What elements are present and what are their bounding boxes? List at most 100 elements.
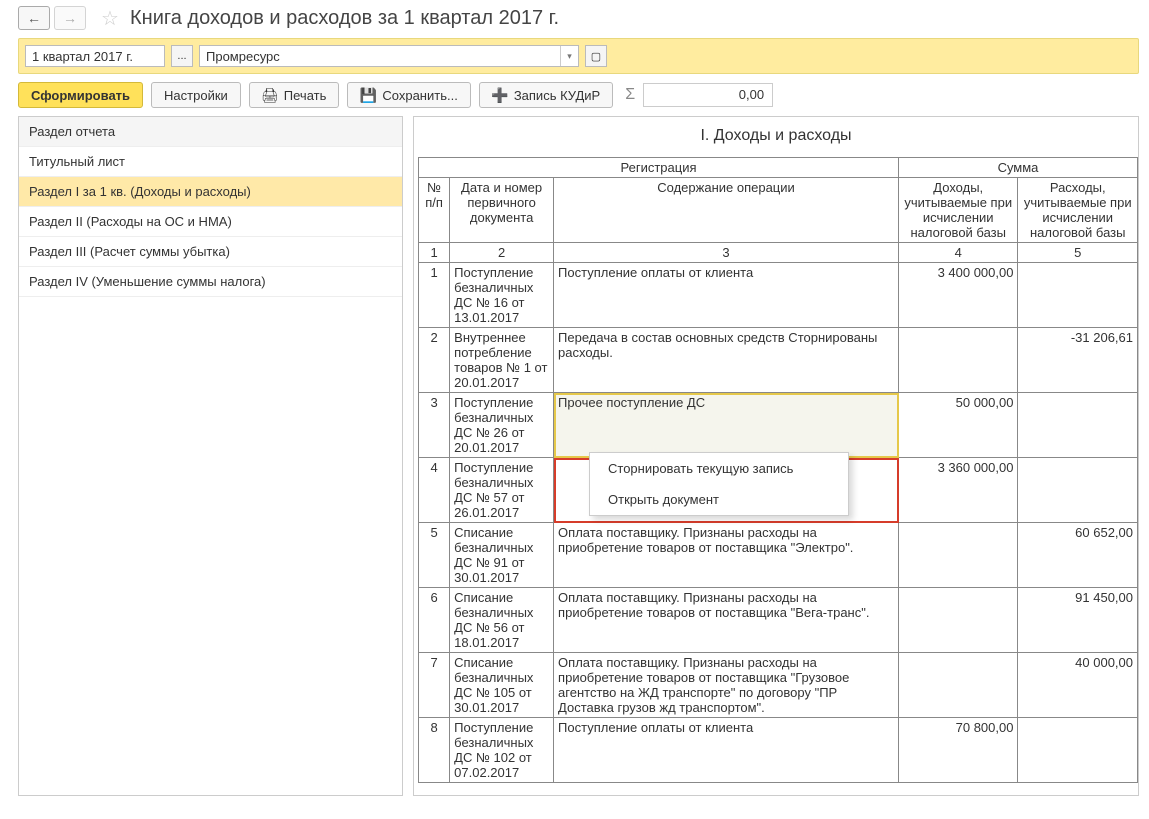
sidebar-header: Раздел отчета <box>19 117 402 147</box>
table-row[interactable]: 1Поступление безналичных ДС № 16 от 13.0… <box>419 263 1138 328</box>
nav-forward-button[interactable]: → <box>54 6 86 30</box>
sidebar-item[interactable]: Раздел IV (Уменьшение суммы налога) <box>19 267 402 297</box>
table-cell[interactable]: Поступление безналичных ДС № 16 от 13.01… <box>450 263 554 328</box>
settings-button[interactable]: Настройки <box>151 82 241 108</box>
period-picker-button[interactable]: ... <box>171 45 193 67</box>
table-row[interactable]: 5Списание безналичных ДС № 91 от 30.01.2… <box>419 523 1138 588</box>
th-doc: Дата и номер первичного документа <box>450 178 554 243</box>
context-menu: Сторнировать текущую записьОткрыть докум… <box>589 452 849 516</box>
table-cell[interactable] <box>899 588 1018 653</box>
table-row[interactable]: 8Поступление безналичных ДС № 102 от 07.… <box>419 718 1138 783</box>
table-cell[interactable] <box>899 328 1018 393</box>
printer-icon: 🖨 <box>262 87 278 103</box>
filter-bar: 1 квартал 2017 г. ... Промресурс ▾ ▢ <box>18 38 1139 74</box>
table-cell[interactable]: 7 <box>419 653 450 718</box>
form-button[interactable]: Сформировать <box>18 82 143 108</box>
th-colnum-4: 4 <box>899 243 1018 263</box>
th-sum: Сумма <box>899 158 1138 178</box>
table-cell[interactable]: Поступление безналичных ДС № 26 от 20.01… <box>450 393 554 458</box>
context-menu-item[interactable]: Открыть документ <box>590 484 848 515</box>
th-exp: Расходы, учитываемые при исчислении нало… <box>1018 178 1138 243</box>
sum-display: 0,00 <box>643 83 773 107</box>
table-cell[interactable] <box>1018 458 1138 523</box>
table-cell[interactable]: Передача в состав основных средств Сторн… <box>554 328 899 393</box>
floppy-icon: 💾 <box>360 87 376 103</box>
table-cell[interactable]: 6 <box>419 588 450 653</box>
th-colnum-2: 2 <box>450 243 554 263</box>
kudir-button-label: Запись КУДиР <box>514 88 600 103</box>
table-cell[interactable] <box>1018 393 1138 458</box>
sidebar-item[interactable]: Раздел II (Расходы на ОС и НМА) <box>19 207 402 237</box>
form-button-label: Сформировать <box>31 88 130 103</box>
context-menu-item[interactable]: Сторнировать текущую запись <box>590 453 848 484</box>
report-section-title: I. Доходы и расходы <box>414 117 1138 157</box>
page-title: Книга доходов и расходов за 1 квартал 20… <box>130 7 559 30</box>
table-cell[interactable]: 3 <box>419 393 450 458</box>
table-cell[interactable] <box>899 653 1018 718</box>
table-row[interactable]: 2Внутреннее потребление товаров № 1 от 2… <box>419 328 1138 393</box>
table-cell[interactable]: 2 <box>419 328 450 393</box>
organization-open-button[interactable]: ▢ <box>585 45 607 67</box>
table-row[interactable]: 7Списание безналичных ДС № 105 от 30.01.… <box>419 653 1138 718</box>
th-colnum-1: 1 <box>419 243 450 263</box>
sum-value: 0,00 <box>739 87 764 102</box>
th-colnum-5: 5 <box>1018 243 1138 263</box>
sidebar: Раздел отчета Титульный листРаздел I за … <box>18 116 403 796</box>
favorite-star-icon[interactable]: ☆ <box>98 6 122 30</box>
th-colnum-3: 3 <box>554 243 899 263</box>
table-row[interactable]: 3Поступление безналичных ДС № 26 от 20.0… <box>419 393 1138 458</box>
table-cell[interactable]: Оплата поставщику. Признаны расходы на п… <box>554 653 899 718</box>
sidebar-item[interactable]: Титульный лист <box>19 147 402 177</box>
table-cell[interactable]: Списание безналичных ДС № 105 от 30.01.2… <box>450 653 554 718</box>
table-cell[interactable]: Поступление оплаты от клиента <box>554 263 899 328</box>
sidebar-item[interactable]: Раздел I за 1 кв. (Доходы и расходы) <box>19 177 402 207</box>
th-inc: Доходы, учитываемые при исчислении налог… <box>899 178 1018 243</box>
table-cell[interactable]: 91 450,00 <box>1018 588 1138 653</box>
table-cell[interactable]: 40 000,00 <box>1018 653 1138 718</box>
table-cell[interactable]: Оплата поставщику. Признаны расходы на п… <box>554 523 899 588</box>
period-input[interactable]: 1 квартал 2017 г. <box>25 45 165 67</box>
table-cell[interactable]: Поступление оплаты от клиента <box>554 718 899 783</box>
save-button-label: Сохранить... <box>382 88 457 103</box>
th-op: Содержание операции <box>554 178 899 243</box>
table-row[interactable]: 6Списание безналичных ДС № 56 от 18.01.2… <box>419 588 1138 653</box>
kudir-entry-button[interactable]: ➕ Запись КУДиР <box>479 82 613 108</box>
table-cell[interactable]: 8 <box>419 718 450 783</box>
sidebar-item[interactable]: Раздел III (Расчет суммы убытка) <box>19 237 402 267</box>
table-cell[interactable] <box>1018 718 1138 783</box>
settings-button-label: Настройки <box>164 88 228 103</box>
table-cell[interactable]: Списание безналичных ДС № 91 от 30.01.20… <box>450 523 554 588</box>
table-cell[interactable]: -31 206,61 <box>1018 328 1138 393</box>
table-cell[interactable]: 60 652,00 <box>1018 523 1138 588</box>
table-cell[interactable]: Поступление безналичных ДС № 102 от 07.0… <box>450 718 554 783</box>
table-cell[interactable]: 3 360 000,00 <box>899 458 1018 523</box>
table-cell[interactable]: 4 <box>419 458 450 523</box>
sigma-icon: Σ <box>625 86 635 104</box>
arrow-left-icon: ← <box>27 10 41 26</box>
table-cell[interactable]: 1 <box>419 263 450 328</box>
toolbar: Сформировать Настройки 🖨 Печать 💾 Сохранит… <box>0 82 1149 116</box>
period-value: 1 квартал 2017 г. <box>32 49 133 64</box>
organization-select[interactable]: Промресурс ▾ <box>199 45 579 67</box>
plus-circle-icon: ➕ <box>492 87 508 103</box>
table-cell[interactable]: Прочее поступление ДС <box>554 393 899 458</box>
table-cell[interactable]: 3 400 000,00 <box>899 263 1018 328</box>
table-cell[interactable] <box>1018 263 1138 328</box>
print-button-label: Печать <box>284 88 327 103</box>
print-button[interactable]: 🖨 Печать <box>249 82 340 108</box>
dropdown-icon[interactable]: ▾ <box>560 46 578 66</box>
table-cell[interactable]: Поступление безналичных ДС № 57 от 26.01… <box>450 458 554 523</box>
nav-back-button[interactable]: ← <box>18 6 50 30</box>
table-cell[interactable]: Оплата поставщику. Признаны расходы на п… <box>554 588 899 653</box>
organization-value: Промресурс <box>206 49 280 64</box>
table-cell[interactable]: Списание безналичных ДС № 56 от 18.01.20… <box>450 588 554 653</box>
table-cell[interactable]: 70 800,00 <box>899 718 1018 783</box>
table-cell[interactable]: 50 000,00 <box>899 393 1018 458</box>
open-external-icon: ▢ <box>591 50 601 63</box>
save-button[interactable]: 💾 Сохранить... <box>347 82 470 108</box>
th-num: № п/п <box>419 178 450 243</box>
table-cell[interactable]: Внутреннее потребление товаров № 1 от 20… <box>450 328 554 393</box>
table-cell[interactable]: 5 <box>419 523 450 588</box>
report-content: I. Доходы и расходы Регистрация Сумма № … <box>413 116 1139 796</box>
table-cell[interactable] <box>899 523 1018 588</box>
